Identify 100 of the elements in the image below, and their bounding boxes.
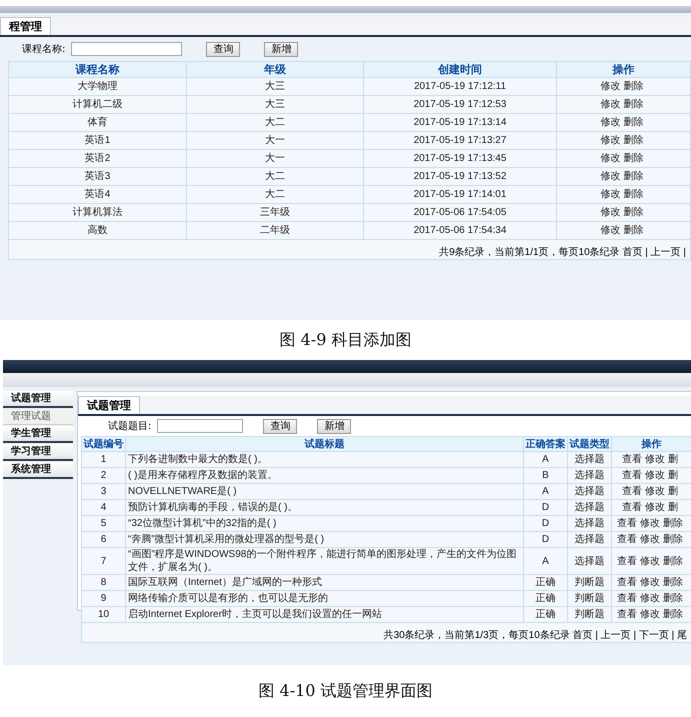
active-tab[interactable]: 试题管理 <box>78 396 140 414</box>
table-cell: 下列各进制数中最大的数是( )。 <box>126 452 524 468</box>
action-link[interactable]: 删除 <box>624 99 644 110</box>
table-cell: 正确 <box>524 590 568 606</box>
add-button[interactable]: 新增 <box>317 418 352 434</box>
action-link[interactable]: 删除 <box>663 518 683 529</box>
table-cell: 计算机算法 <box>8 204 186 222</box>
table-cell: 英语4 <box>8 186 186 204</box>
table-cell: 高数 <box>8 222 186 240</box>
figure-caption: 图 4-10 试题管理界面图 <box>258 680 433 702</box>
table-cell: 三年级 <box>186 204 364 222</box>
table-cell: 3 <box>82 484 126 500</box>
table-cell: 2017-05-19 17:12:11 <box>364 78 556 96</box>
table-cell: 1 <box>82 452 126 468</box>
column-header: 试题类型 <box>568 436 612 452</box>
table-cell: 选择题 <box>568 452 612 468</box>
action-link[interactable]: 删除 <box>624 225 644 236</box>
table-cell: A <box>524 484 568 500</box>
column-header: 正确答案 <box>524 436 568 452</box>
action-link[interactable]: 修改 <box>645 470 665 481</box>
table-cell: 大二 <box>186 114 364 132</box>
action-link[interactable]: 查看 <box>617 556 637 566</box>
action-link[interactable]: 修改 <box>640 593 660 604</box>
action-link[interactable]: 删 <box>668 454 678 465</box>
table-cell: 2017-05-06 17:54:34 <box>364 222 556 240</box>
table-cell: 大一 <box>186 150 364 168</box>
action-link[interactable]: 修改 <box>640 518 660 529</box>
action-link[interactable]: 修改 <box>600 207 620 218</box>
table-cell: 选择题 <box>568 516 612 532</box>
active-tab[interactable]: 程管理 <box>0 17 51 35</box>
action-link[interactable]: 删除 <box>663 556 683 566</box>
action-link[interactable]: 删除 <box>663 534 683 545</box>
table-cell: 2 <box>82 468 126 484</box>
action-link[interactable]: 删 <box>668 470 678 481</box>
action-link[interactable]: 修改 <box>640 556 660 566</box>
sidebar-item[interactable]: 管理试题 <box>3 409 73 425</box>
sidebar-item[interactable]: 系统管理 <box>3 462 73 479</box>
action-link[interactable]: 删除 <box>624 81 644 92</box>
sidebar-item[interactable]: 试题管理 <box>3 391 73 408</box>
table-cell: 5 <box>82 516 126 532</box>
action-link[interactable]: 修改 <box>600 225 620 236</box>
action-link[interactable]: 修改 <box>640 534 660 545</box>
column-header: 课程名称 <box>8 62 186 78</box>
table-cell: 2017-05-19 17:13:14 <box>364 114 556 132</box>
table-cell: 判断题 <box>568 590 612 606</box>
action-link[interactable]: 删除 <box>663 609 683 620</box>
table-cell: 9 <box>82 590 126 606</box>
table-cell: 选择题 <box>568 548 612 574</box>
action-link[interactable]: 修改 <box>640 609 660 620</box>
action-link[interactable]: 查看 <box>617 518 637 529</box>
action-link[interactable]: 查看 <box>622 502 642 513</box>
action-link[interactable]: 修改 <box>640 577 660 588</box>
sidebar-item[interactable]: 学习管理 <box>3 444 73 461</box>
action-link[interactable]: 删除 <box>624 153 644 164</box>
table-cell: 大三 <box>186 78 364 96</box>
add-button[interactable]: 新增 <box>264 42 298 56</box>
pagination-text: 共9条纪录，当前第1/1页，每页10条纪录 首页 | 上一页 | <box>439 247 686 258</box>
action-link[interactable]: 修改 <box>600 189 620 200</box>
action-link[interactable]: 查看 <box>622 470 642 481</box>
action-link[interactable]: 删除 <box>624 207 644 218</box>
table-cell: 预防计算机病毒的手段，错误的是( )。 <box>126 500 524 516</box>
action-link[interactable]: 删 <box>668 502 678 513</box>
action-link[interactable]: 修改 <box>645 454 665 465</box>
table-cell: 英语3 <box>8 168 186 186</box>
table-cell: 大三 <box>186 96 364 114</box>
column-header: 创建时间 <box>364 62 556 78</box>
action-link[interactable]: 修改 <box>600 117 620 128</box>
table-cell: D <box>524 500 568 516</box>
table-cell: 选择题 <box>568 468 612 484</box>
column-header: 试题编号 <box>82 436 126 452</box>
table-cell: 2017-05-19 17:12:53 <box>364 96 556 114</box>
sidebar-item[interactable]: 学生管理 <box>3 426 73 443</box>
action-link[interactable]: 删除 <box>624 135 644 146</box>
action-link[interactable]: 删除 <box>624 171 644 182</box>
action-link[interactable]: 删除 <box>663 577 683 588</box>
action-link[interactable]: 删除 <box>624 117 644 128</box>
table-cell: 体育 <box>8 114 186 132</box>
action-link[interactable]: 删除 <box>624 189 644 200</box>
search-field[interactable] <box>157 419 244 433</box>
action-link[interactable]: 修改 <box>600 135 620 146</box>
action-link[interactable]: 删 <box>668 486 678 497</box>
action-link[interactable]: 修改 <box>600 171 620 182</box>
action-link[interactable]: 查看 <box>617 609 637 620</box>
table-cell: 判断题 <box>568 606 612 622</box>
action-link[interactable]: 查看 <box>617 593 637 604</box>
action-link[interactable]: 查看 <box>617 577 637 588</box>
table-cell: A <box>524 452 568 468</box>
search-button[interactable]: 查询 <box>263 418 298 434</box>
action-link[interactable]: 修改 <box>645 502 665 513</box>
action-link[interactable]: 修改 <box>600 153 620 164</box>
action-link[interactable]: 修改 <box>645 486 665 497</box>
action-link[interactable]: 查看 <box>622 454 642 465</box>
action-link[interactable]: 删除 <box>663 593 683 604</box>
column-header: 年级 <box>186 62 364 78</box>
action-link[interactable]: 修改 <box>600 99 620 110</box>
action-link[interactable]: 修改 <box>600 81 620 92</box>
action-link[interactable]: 查看 <box>622 486 642 497</box>
action-link[interactable]: 查看 <box>617 534 637 545</box>
search-field[interactable] <box>71 42 182 56</box>
search-button[interactable]: 查询 <box>206 42 240 56</box>
